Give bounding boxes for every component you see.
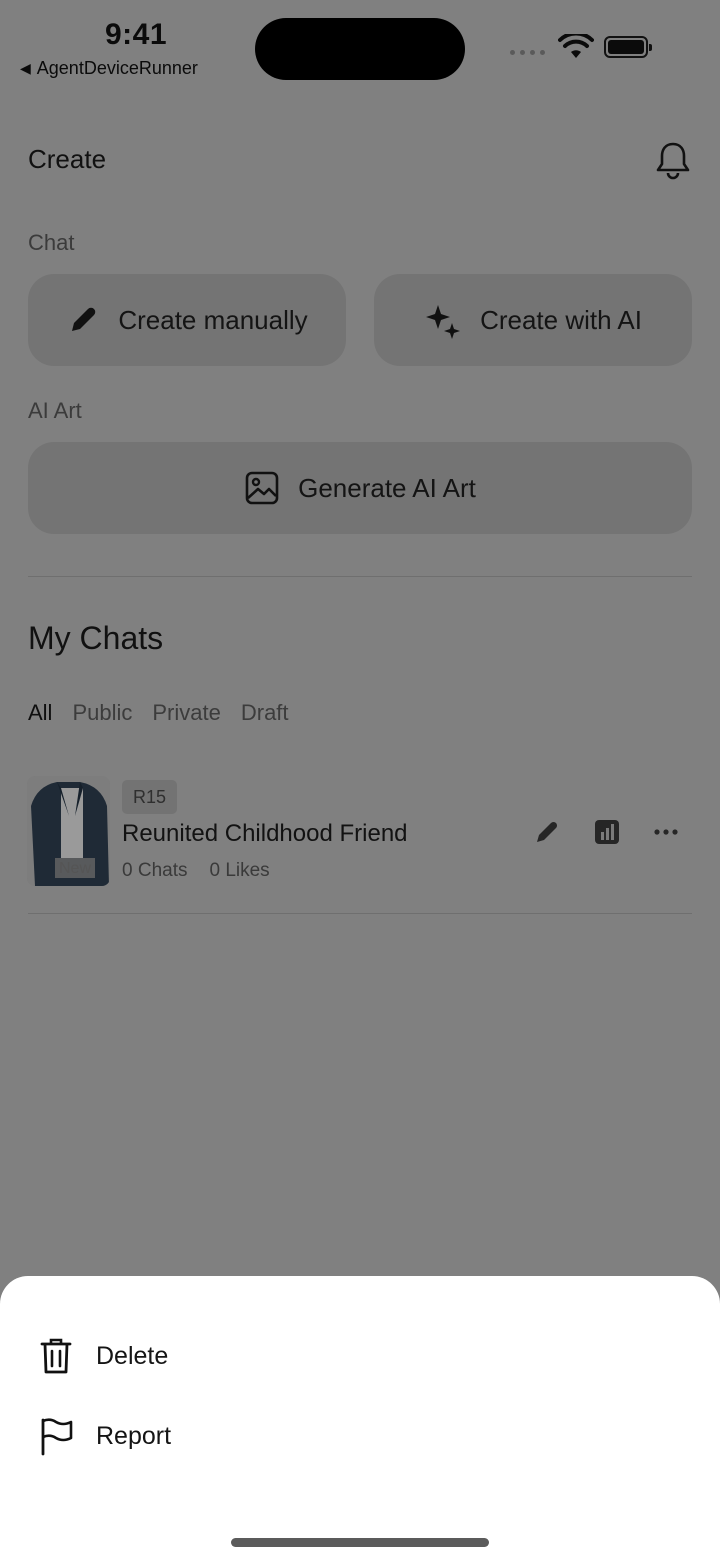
create-manually-button[interactable]: Create manually — [28, 274, 346, 366]
delete-action[interactable]: Delete — [38, 1336, 168, 1376]
delete-label: Delete — [96, 1341, 169, 1370]
tab-public[interactable]: Public — [72, 700, 132, 726]
rating-badge: R15 — [122, 780, 177, 814]
chat-section-label: Chat — [28, 230, 75, 255]
create-manually-label: Create manually — [118, 304, 308, 335]
cellular-signal-icon — [510, 50, 545, 55]
flag-icon — [41, 1418, 73, 1456]
page-title: Create — [28, 144, 107, 174]
pencil-icon — [72, 307, 96, 331]
bell-icon[interactable] — [654, 140, 692, 180]
thumb-new-label: New — [59, 860, 91, 877]
more-options-icon[interactable] — [653, 818, 679, 846]
create-with-ai-button[interactable]: Create with AI — [374, 274, 692, 366]
image-icon — [245, 471, 279, 505]
back-app-label: AgentDeviceRunner — [36, 58, 198, 78]
report-action[interactable]: Report — [38, 1416, 171, 1456]
divider — [28, 576, 692, 577]
my-chats-title: My Chats — [28, 620, 164, 656]
stats-chart-icon[interactable] — [594, 818, 620, 846]
home-indicator[interactable] — [231, 1538, 489, 1547]
tab-private[interactable]: Private — [152, 700, 220, 726]
chats-count: 0 Chats — [122, 860, 188, 881]
chat-filter-tabs: All Public Private Draft — [28, 700, 289, 726]
back-triangle-icon: ◀ — [20, 60, 31, 76]
sparkles-icon — [426, 305, 461, 339]
likes-count: 0 Likes — [209, 860, 270, 881]
ai-art-section-label: AI Art — [28, 398, 82, 423]
back-to-app-link[interactable]: ◀ AgentDeviceRunner — [20, 58, 198, 79]
chat-thumbnail[interactable]: New — [27, 776, 110, 886]
wifi-icon — [558, 34, 594, 58]
report-label: Report — [96, 1421, 172, 1450]
create-with-ai-label: Create with AI — [480, 304, 642, 335]
tab-all[interactable]: All — [28, 700, 52, 726]
chat-stats: 0 Chats 0 Likes — [122, 860, 270, 882]
chat-title[interactable]: Reunited Childhood Friend — [122, 820, 408, 848]
generate-ai-art-label: Generate AI Art — [298, 472, 476, 503]
status-time: 9:41 — [105, 18, 168, 51]
edit-pencil-icon[interactable] — [534, 818, 560, 846]
tab-draft[interactable]: Draft — [241, 700, 289, 726]
generate-ai-art-button[interactable]: Generate AI Art — [28, 442, 692, 534]
trash-icon — [40, 1338, 72, 1374]
character-image: New — [27, 776, 110, 886]
battery-icon — [604, 36, 652, 58]
list-divider — [28, 913, 692, 914]
dynamic-island — [255, 18, 465, 80]
